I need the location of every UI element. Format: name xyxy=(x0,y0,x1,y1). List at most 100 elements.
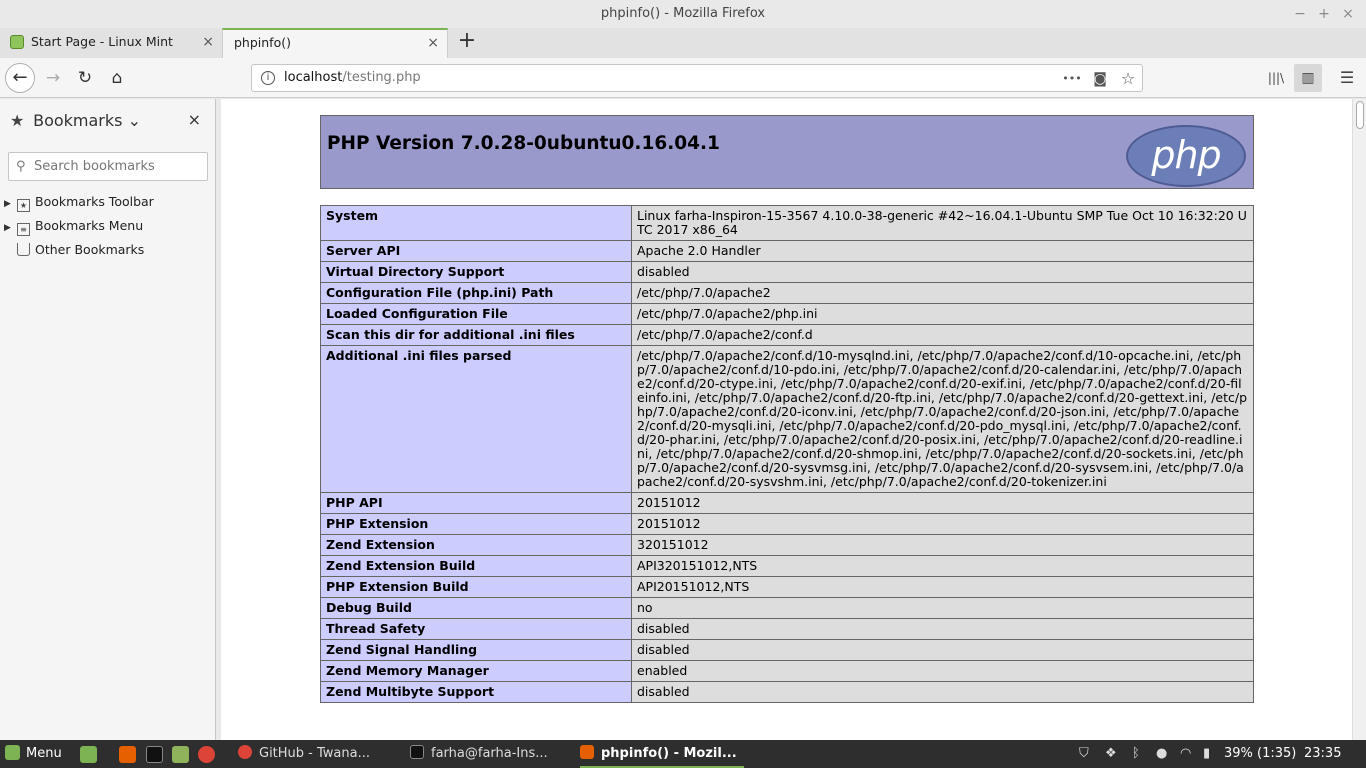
tab-close-icon[interactable]: × xyxy=(427,30,439,56)
php-logo[interactable]: php xyxy=(1126,125,1246,187)
search-icon: ⚲ xyxy=(16,159,26,174)
clock[interactable]: 23:35 xyxy=(1304,740,1341,768)
bluetooth-icon[interactable]: ᛒ xyxy=(1132,740,1140,768)
info-value-cell: 320151012 xyxy=(631,534,1254,556)
bookmarks-sidebar: ★ Bookmarks ⌄ × ⚲ Search bookmarks ▶ ★ Boo… xyxy=(0,99,216,740)
table-row: Loaded Configuration File/etc/php/7.0/ap… xyxy=(320,303,1254,325)
start-menu-button[interactable]: Menu xyxy=(5,740,62,768)
menu-icon[interactable]: ☰ xyxy=(1333,64,1361,92)
menu-icon: ≡ xyxy=(17,223,30,236)
url-bar[interactable]: i localhost/testing.php ••• ◙ ☆ xyxy=(251,64,1143,92)
table-row: Zend Extension Build API320151012,NTS xyxy=(320,555,1254,577)
home-button[interactable]: ⌂ xyxy=(102,63,132,93)
info-value-cell: /etc/php/7.0/apache2/php.ini xyxy=(631,303,1254,325)
new-tab-button[interactable]: + xyxy=(456,28,478,56)
folder-icon xyxy=(17,243,30,256)
info-value-cell: /etc/php/7.0/apache2/conf.d xyxy=(631,324,1254,346)
url-text[interactable]: localhost/testing.php xyxy=(284,70,421,85)
info-value-cell: API20151012,NTS xyxy=(631,576,1254,598)
info-key-cell: System xyxy=(320,205,632,241)
tab-phpinfo[interactable]: phpinfo() × xyxy=(222,28,448,58)
sidebar-close-button[interactable]: × xyxy=(188,110,201,129)
taskbar-window-firefox[interactable]: phpinfo() - Mozil... xyxy=(580,740,744,768)
info-value-cell: disabled xyxy=(631,681,1254,703)
back-button[interactable]: ← xyxy=(5,63,35,93)
battery-status[interactable]: 39% (1:35) xyxy=(1224,740,1296,768)
page-actions-icon[interactable]: ••• xyxy=(1062,69,1082,89)
info-value-cell: disabled xyxy=(631,618,1254,640)
firefox-launcher-icon[interactable] xyxy=(119,746,136,763)
info-value-cell: /etc/php/7.0/apache2 xyxy=(631,282,1254,304)
info-key-cell: PHP Extension Build xyxy=(320,576,632,598)
reload-button[interactable]: ↻ xyxy=(70,63,100,93)
page-content: PHP Version 7.0.28-0ubuntu0.16.04.1 php … xyxy=(221,99,1352,740)
tab-close-icon[interactable]: × xyxy=(202,28,214,56)
info-key-cell: Zend Extension Build xyxy=(320,555,632,577)
table-row: PHP Extension Build API20151012,NTS xyxy=(320,576,1254,598)
sidebar-header[interactable]: ★ Bookmarks ⌄ xyxy=(10,111,141,130)
sidebar-item-label: Bookmarks Toolbar xyxy=(35,194,154,209)
dropbox-icon[interactable]: ❖ xyxy=(1105,740,1117,768)
table-row: Virtual Directory Support disabled xyxy=(320,261,1254,283)
toolbar-icon: ★ xyxy=(17,199,30,212)
library-icon[interactable]: |||\ xyxy=(1262,64,1290,92)
bookmark-star-icon[interactable]: ☆ xyxy=(1118,69,1138,89)
minimize-button[interactable]: − xyxy=(1288,0,1312,28)
info-value-cell: /etc/php/7.0/apache2/conf.d/10-mysqlnd.i… xyxy=(631,345,1254,493)
firefox-icon xyxy=(580,745,594,759)
page-scrollbar[interactable] xyxy=(1352,99,1366,740)
forward-button[interactable]: → xyxy=(38,63,68,93)
info-key-cell: PHP API xyxy=(320,492,632,514)
php-info-table: System Linux farha-Inspiron-15-3567 4.10.… xyxy=(320,205,1254,703)
info-key-cell: Additional .ini files parsed xyxy=(320,345,632,493)
info-key-cell: Server API xyxy=(320,240,632,262)
close-window-button[interactable]: × xyxy=(1336,0,1360,28)
info-key-cell: PHP Extension xyxy=(320,513,632,535)
table-row: Additional .ini files parsed/etc/php/7.0… xyxy=(320,345,1254,493)
shield-icon[interactable]: ⛉ xyxy=(1079,740,1089,768)
expand-triangle-icon[interactable]: ▶ xyxy=(4,194,14,214)
table-row: Thread Safety disabled xyxy=(320,618,1254,640)
sidebar-toggle-icon[interactable]: ▥ xyxy=(1294,64,1322,92)
taskbar: Menu GitHub - Twana... farha@farha-Ins..… xyxy=(0,740,1366,768)
network-icon[interactable]: ◠ xyxy=(1180,740,1191,768)
expand-triangle-icon[interactable]: ▶ xyxy=(4,218,14,238)
info-key-cell: Loaded Configuration File xyxy=(320,303,632,325)
table-row: Configuration File (php.ini) Path/etc/ph… xyxy=(320,282,1254,304)
show-desktop-icon[interactable] xyxy=(80,746,97,763)
terminal-launcher-icon[interactable] xyxy=(146,746,163,763)
info-key-cell: Configuration File (php.ini) Path xyxy=(320,282,632,304)
scrollbar-thumb[interactable] xyxy=(1356,101,1364,129)
files-launcher-icon[interactable] xyxy=(172,746,189,763)
sidebar-item-bookmarks-menu[interactable]: ▶ ≡ Bookmarks Menu xyxy=(4,216,143,236)
site-info-icon[interactable]: i xyxy=(261,71,275,85)
chrome-launcher-icon[interactable] xyxy=(198,746,215,763)
sidebar-title: Bookmarks xyxy=(33,111,123,130)
user-icon[interactable]: ● xyxy=(1156,740,1167,768)
sidebar-item-label: Other Bookmarks xyxy=(35,242,145,257)
tab-strip: Start Page - Linux Mint × phpinfo() × xyxy=(0,28,1366,58)
info-key-cell: Zend Extension xyxy=(320,534,632,556)
info-value-cell: Apache 2.0 Handler xyxy=(631,240,1254,262)
sidebar-item-other-bookmarks[interactable]: Other Bookmarks xyxy=(4,240,144,260)
table-row: Zend Memory Manager enabled xyxy=(320,660,1254,682)
table-row: System Linux farha-Inspiron-15-3567 4.10.… xyxy=(320,205,1254,241)
tab-start-page[interactable]: Start Page - Linux Mint × xyxy=(0,28,222,58)
php-version-title: PHP Version 7.0.28-0ubuntu0.16.04.1 xyxy=(327,133,720,154)
taskbar-window-terminal[interactable]: farha@farha-Ins... xyxy=(410,740,548,768)
table-row: PHP Extension 20151012 xyxy=(320,513,1254,535)
star-icon: ★ xyxy=(10,111,25,130)
terminal-icon xyxy=(410,745,424,759)
window-titlebar: phpinfo() - Mozilla Firefox xyxy=(0,0,1366,28)
sidebar-item-bookmarks-toolbar[interactable]: ▶ ★ Bookmarks Toolbar xyxy=(4,192,154,212)
tab-label: Start Page - Linux Mint xyxy=(31,34,173,49)
search-placeholder: Search bookmarks xyxy=(34,159,155,174)
maximize-button[interactable]: + xyxy=(1312,0,1336,28)
bookmark-search-input[interactable]: ⚲ Search bookmarks xyxy=(8,152,208,181)
taskbar-window-github[interactable]: GitHub - Twana... xyxy=(238,740,370,768)
battery-icon[interactable]: ▮ xyxy=(1203,740,1210,768)
pocket-icon[interactable]: ◙ xyxy=(1090,69,1110,89)
linux-mint-favicon-icon xyxy=(10,35,24,49)
navigation-toolbar: ← → ↻ ⌂ i localhost/testing.php ••• ◙ ☆ … xyxy=(0,58,1366,98)
info-value-cell: API320151012,NTS xyxy=(631,555,1254,577)
